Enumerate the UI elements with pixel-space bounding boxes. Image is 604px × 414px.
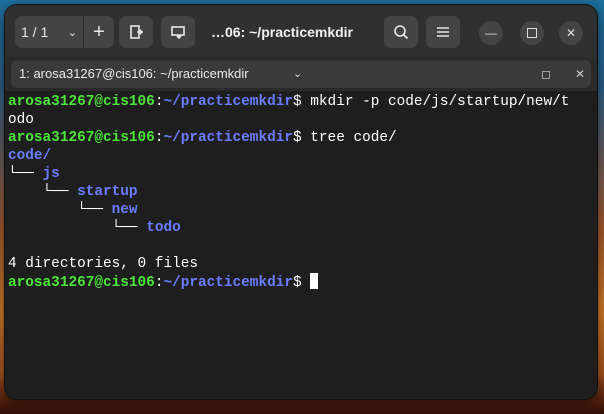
prompt-path: ~/practicemkdir	[163, 275, 293, 291]
prompt-user: arosa31267@cis106	[8, 275, 155, 291]
terminal-line: arosa31267@cis106:~/practicemkdir$ mkdir…	[8, 93, 597, 111]
command-text: odo	[8, 112, 34, 128]
prompt-end: $	[293, 130, 311, 146]
terminal-line: arosa31267@cis106:~/practicemkdir$	[8, 273, 597, 291]
terminal-line: odo	[8, 111, 597, 129]
terminal-line: └── new	[8, 201, 597, 219]
prompt-end: $	[293, 275, 311, 291]
tab-maximize-icon[interactable]: ◻	[541, 60, 551, 88]
minimize-button[interactable]: —	[479, 21, 503, 45]
window-title: …06: ~/practicemkdir	[211, 24, 354, 40]
tree-dir: startup	[77, 184, 138, 200]
tree-branch: └──	[8, 184, 78, 200]
tree-branch: └──	[8, 166, 43, 182]
tree-dir: js	[42, 166, 60, 182]
terminal-line: └── startup	[8, 183, 597, 201]
open-tab-button[interactable]	[119, 16, 153, 48]
menu-icon	[437, 27, 449, 37]
tab-selector-button[interactable]: 1 / 1 ⌄	[15, 16, 83, 48]
maximize-button[interactable]	[520, 21, 544, 45]
tab-label: 1: arosa31267@cis106: ~/practicemkdir	[19, 66, 249, 81]
minimize-icon: —	[485, 26, 497, 40]
tree-dir: todo	[146, 220, 181, 236]
tree-branch: └──	[8, 202, 112, 218]
prompt-end: $	[293, 94, 311, 110]
summary-text: 4 directories, 0 files	[8, 256, 198, 272]
search-icon	[394, 25, 409, 40]
terminal-window: 1 / 1 ⌄ + …06: ~/practicemkdir — ✕ 1: ar…	[5, 5, 597, 399]
prompt-user: arosa31267@cis106	[8, 94, 155, 110]
terminal-line: arosa31267@cis106:~/practicemkdir$ tree …	[8, 129, 597, 147]
command-text: tree code/	[310, 130, 397, 146]
terminal-line: └── js	[8, 165, 597, 183]
tree-branch: └──	[8, 220, 147, 236]
tree-dir: code/	[8, 148, 52, 164]
terminal-line: code/	[8, 147, 597, 165]
terminal-line: 4 directories, 0 files	[8, 255, 597, 273]
new-tab-button[interactable]: +	[83, 16, 114, 48]
tab-strip: 1: arosa31267@cis106: ~/practicemkdir ⌄ …	[5, 57, 597, 91]
plus-icon: +	[93, 20, 105, 43]
chevron-down-icon[interactable]: ⌄	[293, 60, 302, 88]
maximize-icon	[527, 28, 537, 38]
chevron-down-icon: ⌄	[67, 26, 77, 39]
send-icon	[171, 26, 185, 40]
command-text: mkdir -p code/js/startup/new/t	[310, 94, 570, 110]
search-button[interactable]	[384, 16, 418, 48]
menu-button[interactable]	[426, 16, 460, 48]
prompt-user: arosa31267@cis106	[8, 130, 155, 146]
tab-count: 1 / 1	[21, 24, 49, 40]
headerbar: 1 / 1 ⌄ + …06: ~/practicemkdir — ✕	[5, 5, 597, 57]
prompt-path: ~/practicemkdir	[163, 130, 293, 146]
tab-terminal[interactable]: 1: arosa31267@cis106: ~/practicemkdir ⌄ …	[11, 60, 591, 88]
close-button[interactable]: ✕	[559, 21, 583, 45]
terminal-line: └── todo	[8, 219, 597, 237]
prompt-path: ~/practicemkdir	[163, 94, 293, 110]
open-tab-icon	[130, 25, 144, 39]
text-cursor	[310, 273, 319, 289]
send-button[interactable]	[161, 16, 195, 48]
tab-close-icon[interactable]: ✕	[575, 60, 585, 88]
terminal-output[interactable]: arosa31267@cis106:~/practicemkdir$ mkdir…	[5, 91, 597, 399]
close-icon: ✕	[565, 26, 577, 40]
tree-dir: new	[111, 202, 138, 218]
